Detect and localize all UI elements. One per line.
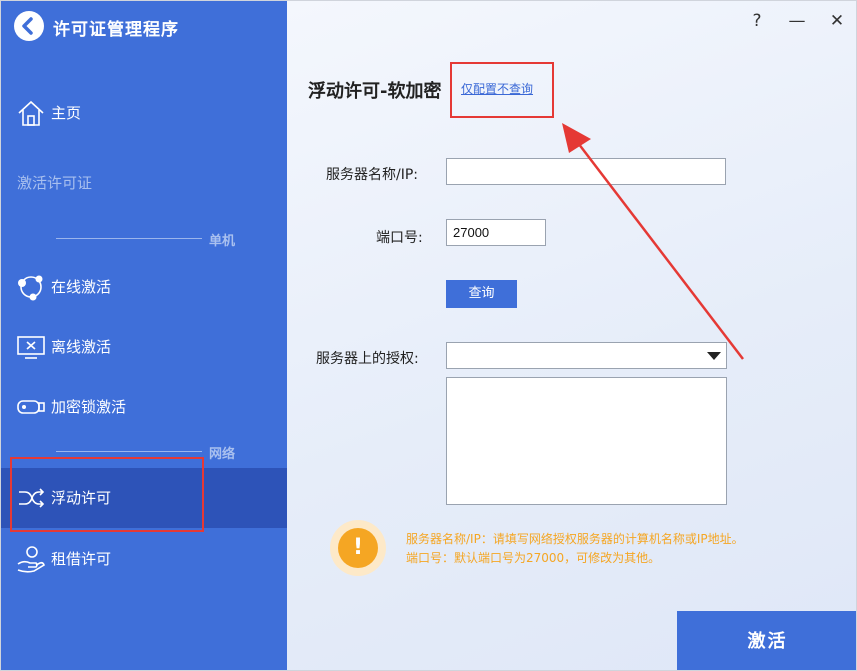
annotation-highlight-floating	[10, 457, 204, 532]
license-list-box[interactable]	[446, 377, 727, 505]
hint-server-name: 服务器名称/IP：请填写网络授权服务器的计算机名称或IP地址。	[406, 532, 744, 546]
port-input[interactable]	[446, 219, 546, 246]
main-panel: ? — ✕ 浮动许可-软加密 仅配置不查询 服务器名称/IP: 端口号: 查询 …	[287, 1, 856, 670]
warning-icon: !	[338, 528, 378, 568]
server-license-select[interactable]	[446, 342, 727, 369]
section-divider-standalone: 单机	[56, 229, 241, 249]
hint-icon-wrap: !	[330, 520, 386, 576]
home-icon	[18, 100, 44, 126]
server-name-input[interactable]	[446, 158, 726, 185]
nav-label-online-activation: 在线激活	[51, 278, 112, 296]
section-label-standalone: 单机	[209, 234, 236, 249]
hand-lend-icon	[17, 546, 45, 573]
usb-dongle-icon	[17, 400, 45, 414]
close-button[interactable]: ✕	[827, 11, 847, 31]
server-license-label: 服务器上的授权:	[316, 351, 419, 367]
nav-label-borrow-license: 租借许可	[51, 550, 112, 568]
nav-label-dongle-activation: 加密锁激活	[51, 398, 127, 416]
server-name-label: 服务器名称/IP:	[326, 167, 419, 183]
dropdown-arrow-icon	[707, 352, 721, 360]
nav-item-offline-activation[interactable]: 离线激活	[1, 317, 287, 377]
nav-item-borrow-license[interactable]: 租借许可	[1, 529, 287, 589]
divider-line	[56, 451, 202, 452]
license-manager-window: 许可证管理程序 主页 激活许可证 单机 在线激活 离线激活 加密锁激活 网络 浮…	[0, 0, 857, 671]
annotation-highlight-link	[450, 62, 554, 118]
back-arrow-icon	[22, 17, 33, 35]
back-button[interactable]	[14, 11, 44, 41]
nav-item-home[interactable]: 主页	[1, 83, 287, 143]
nav-label-activate-license: 激活许可证	[17, 174, 93, 192]
page-title: 浮动许可-软加密	[308, 81, 442, 102]
network-nodes-icon	[18, 275, 43, 301]
app-header: 许可证管理程序	[1, 1, 287, 51]
sidebar: 许可证管理程序 主页 激活许可证 单机 在线激活 离线激活 加密锁激活 网络 浮…	[1, 1, 287, 670]
activate-button[interactable]: 激活	[677, 611, 856, 670]
monitor-icon	[17, 336, 45, 359]
nav-item-online-activation[interactable]: 在线激活	[1, 257, 287, 317]
nav-label-offline-activation: 离线激活	[51, 338, 112, 356]
help-button[interactable]: ?	[747, 11, 767, 31]
divider-line	[56, 238, 202, 239]
nav-item-dongle-activation[interactable]: 加密锁激活	[1, 377, 287, 437]
minimize-button[interactable]: —	[787, 11, 807, 31]
section-label-network: 网络	[209, 447, 236, 462]
nav-item-activate-license: 激活许可证	[1, 153, 287, 213]
query-button[interactable]: 查询	[446, 280, 517, 308]
port-label: 端口号:	[376, 230, 423, 246]
hint-port: 端口号：默认端口号为27000，可修改为其他。	[406, 551, 661, 565]
app-title: 许可证管理程序	[53, 20, 179, 40]
nav-label-home: 主页	[51, 104, 82, 122]
